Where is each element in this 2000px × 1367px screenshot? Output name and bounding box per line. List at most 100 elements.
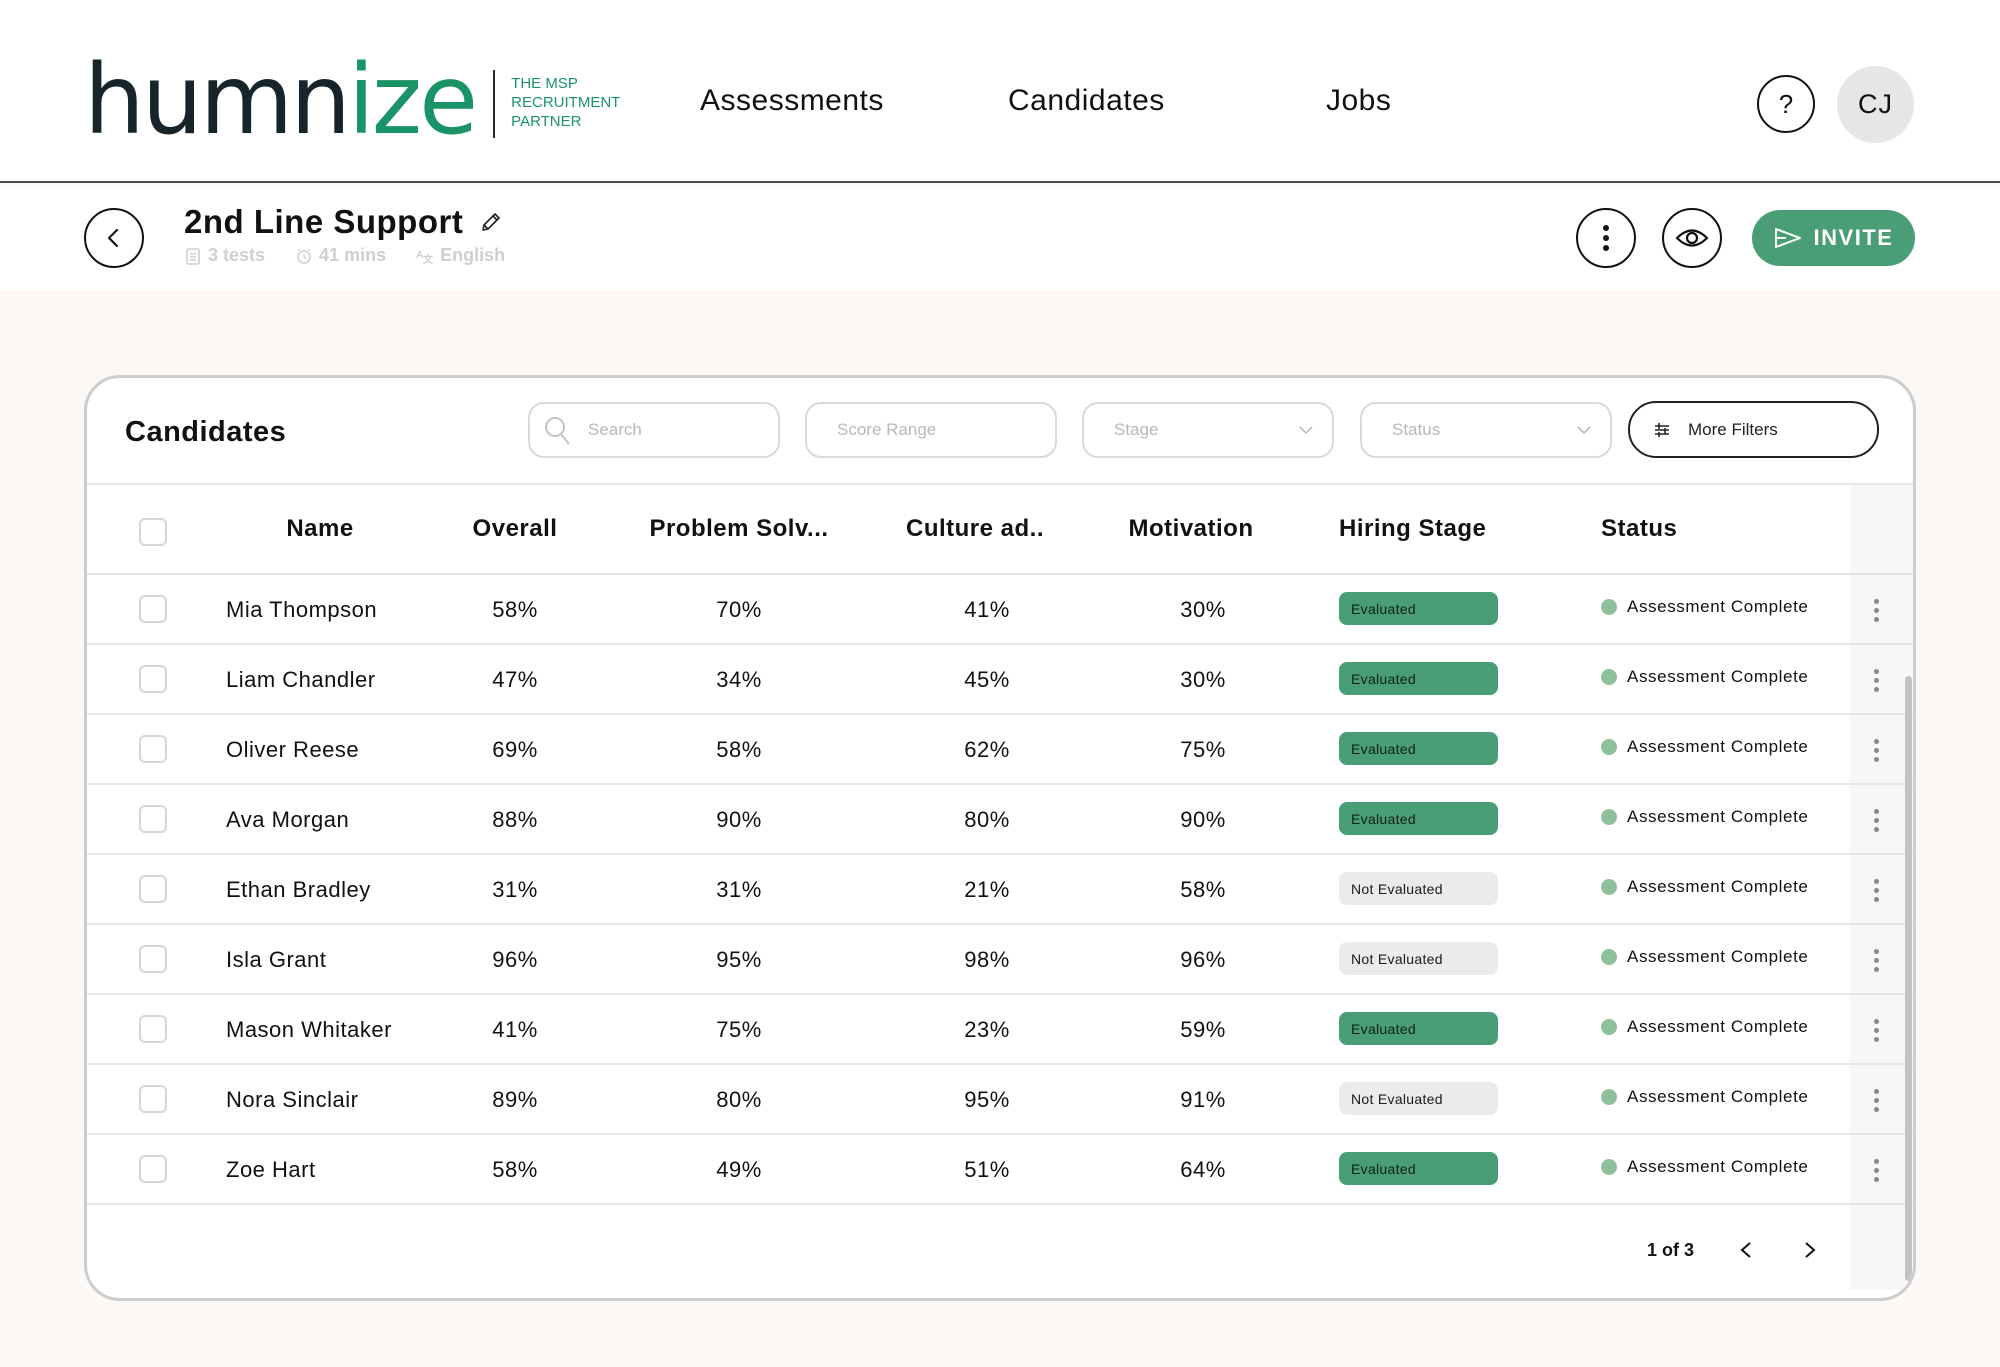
candidate-name[interactable]: Ethan Bradley: [226, 877, 371, 903]
motivation-score: 59%: [1180, 1017, 1226, 1042]
nav-assessments[interactable]: Assessments: [700, 84, 884, 118]
status: Assessment Complete: [1601, 597, 1808, 617]
column-header-hiring-stage[interactable]: Hiring Stage: [1339, 515, 1486, 543]
table-row[interactable]: Mia Thompson 58% 70% 41% 30% Evaluated A…: [87, 575, 1913, 645]
nav-candidates[interactable]: Candidates: [1008, 84, 1165, 118]
page-indicator: 1 of 3: [1647, 1239, 1695, 1260]
preview-button[interactable]: [1662, 208, 1722, 268]
column-header-overall[interactable]: Overall: [473, 515, 558, 543]
help-button[interactable]: ?: [1757, 75, 1815, 133]
row-actions-kebab-icon[interactable]: [1861, 1153, 1891, 1187]
candidate-name[interactable]: Mason Whitaker: [226, 1017, 392, 1043]
logo[interactable]: humnize THE MSP RECRUITMENT PARTNER: [84, 52, 620, 148]
status-dropdown[interactable]: Status: [1360, 402, 1612, 458]
invite-button[interactable]: INVITE: [1752, 210, 1915, 266]
user-avatar[interactable]: CJ: [1837, 66, 1914, 143]
column-header-motivation[interactable]: Motivation: [1129, 515, 1254, 543]
column-header-status[interactable]: Status: [1601, 515, 1677, 543]
column-header-culture[interactable]: Culture ad..: [906, 515, 1044, 543]
more-filters-button[interactable]: More Filters: [1628, 401, 1879, 458]
table-row[interactable]: Nora Sinclair 89% 80% 95% 91% Not Evalua…: [87, 1065, 1913, 1135]
candidate-name[interactable]: Isla Grant: [226, 947, 326, 973]
previous-page-button[interactable]: [1734, 1238, 1758, 1262]
row-checkbox[interactable]: [139, 1015, 167, 1043]
problem-solving-score: 80%: [716, 1087, 762, 1112]
hiring-stage-badge[interactable]: Not Evaluated: [1339, 942, 1498, 975]
row-actions-kebab-icon[interactable]: [1861, 593, 1891, 627]
row-actions-kebab-icon[interactable]: [1861, 873, 1891, 907]
tagline-line: PARTNER: [511, 112, 582, 130]
back-button[interactable]: [84, 208, 144, 268]
status: Assessment Complete: [1601, 877, 1808, 897]
row-actions-kebab-icon[interactable]: [1861, 1013, 1891, 1047]
status: Assessment Complete: [1601, 667, 1808, 687]
candidate-name[interactable]: Oliver Reese: [226, 737, 359, 763]
row-actions-kebab-icon[interactable]: [1861, 1083, 1891, 1117]
row-checkbox[interactable]: [139, 875, 167, 903]
candidate-name[interactable]: Liam Chandler: [226, 667, 376, 693]
table-row[interactable]: Oliver Reese 69% 58% 62% 75% Evaluated A…: [87, 715, 1913, 785]
row-checkbox[interactable]: [139, 595, 167, 623]
candidate-name[interactable]: Ava Morgan: [226, 807, 349, 833]
table-row[interactable]: Isla Grant 96% 95% 98% 96% Not Evaluated…: [87, 925, 1913, 995]
language: A文 English: [416, 245, 505, 266]
status-label: Assessment Complete: [1627, 1157, 1809, 1176]
table-body: Mia Thompson 58% 70% 41% 30% Evaluated A…: [87, 575, 1913, 1205]
next-page-button[interactable]: [1798, 1238, 1822, 1262]
score-range-input[interactable]: Score Range: [805, 402, 1057, 458]
search-input[interactable]: Search: [528, 402, 780, 458]
nav-jobs[interactable]: Jobs: [1326, 84, 1391, 118]
assessment-header: 2nd Line Support 3 tests 41 mins A文 Engl…: [0, 185, 2000, 290]
status-dot-icon: [1601, 599, 1617, 615]
problem-solving-score: 31%: [716, 877, 762, 902]
motivation-score: 75%: [1180, 737, 1226, 762]
hiring-stage-badge[interactable]: Not Evaluated: [1339, 1082, 1498, 1115]
hiring-stage-badge[interactable]: Evaluated: [1339, 802, 1498, 835]
stage-dropdown[interactable]: Stage: [1082, 402, 1334, 458]
row-checkbox[interactable]: [139, 735, 167, 763]
language-label: English: [440, 245, 506, 265]
overall-score: 58%: [492, 1157, 538, 1182]
row-checkbox[interactable]: [139, 805, 167, 833]
status-label: Assessment Complete: [1627, 807, 1809, 826]
table-row[interactable]: Ethan Bradley 31% 31% 21% 58% Not Evalua…: [87, 855, 1913, 925]
row-actions-kebab-icon[interactable]: [1861, 803, 1891, 837]
candidate-name[interactable]: Mia Thompson: [226, 597, 377, 623]
status-dot-icon: [1601, 879, 1617, 895]
row-checkbox[interactable]: [139, 1155, 167, 1183]
hiring-stage-badge[interactable]: Not Evaluated: [1339, 872, 1498, 905]
pencil-icon[interactable]: [479, 210, 503, 234]
motivation-score: 96%: [1180, 947, 1226, 972]
row-actions-kebab-icon[interactable]: [1861, 663, 1891, 697]
row-actions-kebab-icon[interactable]: [1861, 733, 1891, 767]
hiring-stage-badge[interactable]: Evaluated: [1339, 1012, 1498, 1045]
overall-score: 69%: [492, 737, 538, 762]
status-label: Assessment Complete: [1627, 597, 1809, 616]
row-checkbox[interactable]: [139, 945, 167, 973]
column-header-name[interactable]: Name: [286, 515, 353, 543]
candidate-name[interactable]: Zoe Hart: [226, 1157, 316, 1183]
hiring-stage-badge[interactable]: Evaluated: [1339, 1152, 1498, 1185]
hiring-stage-badge[interactable]: Evaluated: [1339, 732, 1498, 765]
row-checkbox[interactable]: [139, 1085, 167, 1113]
culture-score: 41%: [964, 597, 1010, 622]
table-row[interactable]: Liam Chandler 47% 34% 45% 30% Evaluated …: [87, 645, 1913, 715]
column-header-problem-solving[interactable]: Problem Solv...: [649, 515, 828, 543]
hiring-stage-badge[interactable]: Evaluated: [1339, 592, 1498, 625]
select-all-checkbox[interactable]: [139, 518, 167, 546]
table-row[interactable]: Zoe Hart 58% 49% 51% 64% Evaluated Asses…: [87, 1135, 1913, 1205]
problem-solving-score: 49%: [716, 1157, 762, 1182]
status: Assessment Complete: [1601, 807, 1808, 827]
more-options-button[interactable]: [1576, 208, 1636, 268]
pagination: 1 of 3: [1647, 1238, 1822, 1262]
hiring-stage-badge[interactable]: Evaluated: [1339, 662, 1498, 695]
problem-solving-score: 70%: [716, 597, 762, 622]
scrollbar[interactable]: [1905, 676, 1912, 1281]
candidate-name[interactable]: Nora Sinclair: [226, 1087, 358, 1113]
score-range-placeholder: Score Range: [837, 420, 937, 439]
table-row[interactable]: Ava Morgan 88% 90% 80% 90% Evaluated Ass…: [87, 785, 1913, 855]
table-row[interactable]: Mason Whitaker 41% 75% 23% 59% Evaluated…: [87, 995, 1913, 1065]
row-checkbox[interactable]: [139, 665, 167, 693]
problem-solving-score: 90%: [716, 807, 762, 832]
row-actions-kebab-icon[interactable]: [1861, 943, 1891, 977]
